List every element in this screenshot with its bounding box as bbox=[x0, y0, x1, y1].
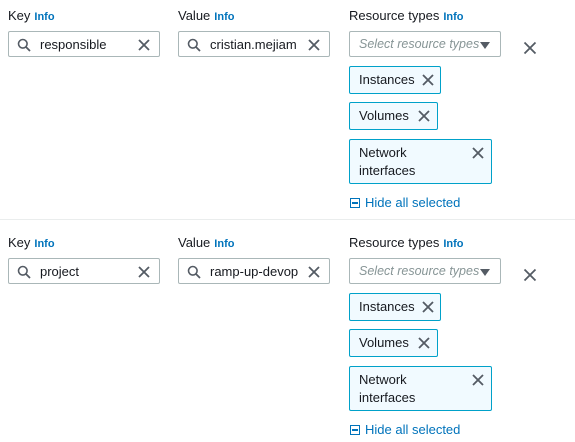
remove-token-icon[interactable] bbox=[422, 301, 434, 313]
resource-types-label: Resource types Info bbox=[349, 8, 464, 23]
tag-row: Key Info Value Info Resource types Info res… bbox=[0, 0, 575, 219]
clear-key-icon[interactable] bbox=[137, 265, 151, 279]
token-label: Instances bbox=[359, 72, 415, 87]
clear-value-icon[interactable] bbox=[307, 38, 321, 52]
value-info-link[interactable]: Info bbox=[214, 238, 234, 250]
resource-token: Network interfaces bbox=[349, 366, 492, 411]
key-input[interactable]: responsible bbox=[8, 31, 160, 57]
resource-types-info-link[interactable]: Info bbox=[443, 238, 463, 250]
remove-tag-icon[interactable] bbox=[523, 41, 537, 55]
value-input-value: ramp-up-devop bbox=[210, 264, 299, 279]
collapse-icon bbox=[350, 198, 360, 208]
search-icon bbox=[17, 265, 31, 279]
token-label: Volumes bbox=[359, 108, 409, 123]
token-label: Instances bbox=[359, 299, 415, 314]
select-placeholder: Select resource types bbox=[359, 37, 480, 51]
remove-token-icon[interactable] bbox=[472, 147, 484, 159]
resource-types-label: Resource types Info bbox=[349, 235, 464, 250]
token-label: Volumes bbox=[359, 335, 409, 350]
remove-token-icon[interactable] bbox=[418, 110, 430, 122]
hide-all-selected-link[interactable]: Hide all selected bbox=[350, 195, 460, 210]
resource-token: Volumes bbox=[349, 329, 438, 357]
value-input-value: cristian.mejiam bbox=[210, 37, 297, 52]
resource-types-info-link[interactable]: Info bbox=[443, 11, 463, 23]
token-label: Network interfaces bbox=[359, 372, 416, 405]
key-label: Key Info bbox=[8, 8, 55, 23]
search-icon bbox=[187, 38, 201, 52]
value-input[interactable]: ramp-up-devop bbox=[178, 258, 330, 284]
resource-token: Instances bbox=[349, 66, 441, 94]
hide-all-selected-link[interactable]: Hide all selected bbox=[350, 422, 460, 437]
remove-token-icon[interactable] bbox=[472, 374, 484, 386]
key-input[interactable]: project bbox=[8, 258, 160, 284]
value-info-link[interactable]: Info bbox=[214, 11, 234, 23]
key-info-link[interactable]: Info bbox=[34, 238, 54, 250]
remove-tag-icon[interactable] bbox=[523, 268, 537, 282]
resource-types-select[interactable]: Select resource types bbox=[349, 258, 501, 284]
key-label: Key Info bbox=[8, 235, 55, 250]
caret-down-icon bbox=[480, 42, 490, 49]
divider bbox=[0, 219, 575, 220]
key-info-link[interactable]: Info bbox=[34, 11, 54, 23]
key-input-value: responsible bbox=[40, 37, 107, 52]
resource-token: Volumes bbox=[349, 102, 438, 130]
tag-row: Key Info Value Info Resource types Info pro… bbox=[0, 227, 575, 442]
select-placeholder: Select resource types bbox=[359, 264, 480, 278]
value-input[interactable]: cristian.mejiam bbox=[178, 31, 330, 57]
search-icon bbox=[187, 265, 201, 279]
remove-token-icon[interactable] bbox=[418, 337, 430, 349]
value-label: Value Info bbox=[178, 235, 235, 250]
value-label: Value Info bbox=[178, 8, 235, 23]
resource-types-select[interactable]: Select resource types bbox=[349, 31, 501, 57]
token-label: Network interfaces bbox=[359, 145, 416, 178]
collapse-icon bbox=[350, 425, 360, 435]
resource-token: Instances bbox=[349, 293, 441, 321]
resource-token: Network interfaces bbox=[349, 139, 492, 184]
clear-value-icon[interactable] bbox=[307, 265, 321, 279]
caret-down-icon bbox=[480, 269, 490, 276]
search-icon bbox=[17, 38, 31, 52]
remove-token-icon[interactable] bbox=[422, 74, 434, 86]
key-input-value: project bbox=[40, 264, 80, 279]
clear-key-icon[interactable] bbox=[137, 38, 151, 52]
